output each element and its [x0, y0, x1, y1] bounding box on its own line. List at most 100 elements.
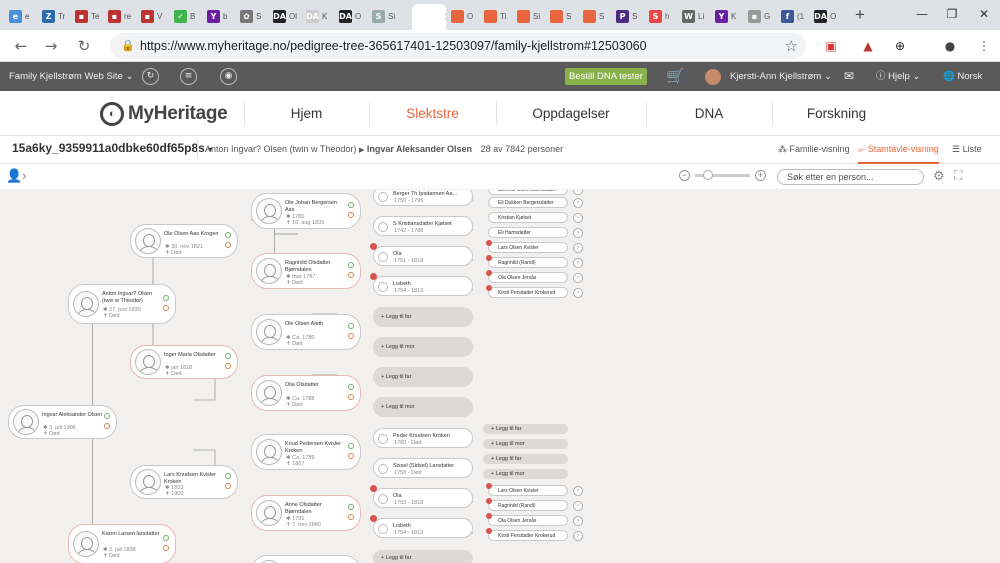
ancestor-name-pill[interactable]: Ola Olsen Jersås › [486, 513, 583, 526]
expand-arrow-icon[interactable]: › [573, 243, 583, 253]
expand-arrow-icon[interactable]: › [573, 486, 583, 496]
zoom-extension-icon[interactable]: ⊕ [892, 38, 908, 54]
match-icon[interactable] [225, 232, 231, 238]
ancestor-card[interactable]: Ola 1751 - 1818 [370, 243, 473, 266]
view-pedigree[interactable]: ⟜ Stamtavle-visning [858, 144, 939, 164]
expand-arrow-icon[interactable]: › [573, 273, 583, 283]
record-icon[interactable] [348, 453, 354, 459]
back-icon[interactable]: ← [12, 37, 30, 55]
extension-icon[interactable]: ▣ [823, 38, 839, 54]
record-icon[interactable] [348, 333, 354, 339]
record-icon[interactable] [163, 545, 169, 551]
expand-arrow-icon[interactable]: › [573, 198, 583, 208]
match-icon[interactable] [163, 295, 169, 301]
browser-tab[interactable]: YK [708, 4, 741, 28]
ancestor-card[interactable]: Sissel (Sidsel) Larsdatter 1758 - Død [373, 458, 473, 478]
match-icon[interactable] [348, 262, 354, 268]
person-card[interactable]: Lars Knudsen Kvisler Kroken ✱ 1833 ✝ 190… [130, 465, 238, 499]
person-card[interactable]: Ole Olsen Aas Krogen ✱ 30. nov 1821 ✝ Dø… [130, 224, 238, 258]
browser-tab[interactable]: O [444, 4, 477, 28]
browser-tab[interactable]: ✿ S [233, 4, 266, 28]
add-parent-button[interactable]: + Legg til far [373, 307, 473, 327]
mail-icon[interactable]: ✉ [844, 62, 854, 91]
match-icon[interactable] [348, 443, 354, 449]
expand-arrow-icon[interactable]: › [573, 501, 583, 511]
expand-arrow-icon[interactable]: › [573, 531, 583, 541]
ancestor-name-pill[interactable]: Ragnhild (Randi) › [486, 498, 583, 511]
ancestor-card[interactable]: Ola 1753 - 1818 [370, 485, 473, 508]
cart-icon[interactable]: 🛒 [666, 62, 685, 91]
expand-arrow-icon[interactable]: › [573, 213, 583, 223]
language-menu[interactable]: 🌐 Norsk [943, 62, 982, 91]
record-icon[interactable] [348, 212, 354, 218]
match-icon[interactable] [225, 353, 231, 359]
browser-tab[interactable]: PS [609, 4, 642, 28]
record-icon[interactable] [348, 394, 354, 400]
myheritage-logo[interactable]: ◐ MyHeritage [100, 102, 228, 126]
sync-icon[interactable]: ↻ [142, 68, 159, 85]
profile-icon[interactable]: ● [942, 38, 958, 54]
ancestor-name-pill[interactable]: Sorenia Olsen Darmsdat... › [488, 190, 583, 195]
view-family[interactable]: ⁂ Familie-visning [778, 144, 850, 155]
browser-tab[interactable]: Si [510, 4, 543, 28]
browser-tab[interactable]: DA O [807, 4, 840, 28]
close-window-icon[interactable]: ✕ [970, 4, 998, 24]
notifications-icon[interactable]: ◉ [220, 68, 237, 85]
ancestor-name-pill[interactable]: Kristian Kjølset › [488, 212, 583, 223]
person-card[interactable]: Ole Johan Bergersen Aas ✱ 1780 ✝ 10. aug… [251, 193, 361, 229]
bookmark-star-icon[interactable]: ☆ [785, 33, 798, 59]
tree-id-selector[interactable]: 15a6ky_9359911a0dbke60df65p8s ▾ [12, 141, 212, 155]
person-switch-icon[interactable]: 👤› [6, 168, 27, 184]
browser-tab[interactable]: Z Tr [35, 4, 68, 28]
crumb-parent[interactable]: Anton Ingvar? Olsen (twin w Theodor) [205, 144, 356, 154]
ancestor-name-pill[interactable]: Eli Dukken Bergersdatter › [488, 197, 583, 208]
reload-icon[interactable]: ↻ [75, 37, 93, 55]
match-icon[interactable] [348, 202, 354, 208]
person-card[interactable]: Ragnhild Olsdatter Bjørndalen ✱ mar 1787… [251, 253, 361, 289]
expand-arrow-icon[interactable]: › [573, 288, 583, 298]
new-tab-button[interactable]: + [851, 6, 869, 24]
person-card[interactable]: Inger Maria Olsdatter ✱ jan 1818 ✝ Død [130, 345, 238, 379]
person-search-input[interactable]: Søk etter en person... [777, 169, 924, 185]
pedigree-canvas[interactable]: Ingvar Aleksander Olsen ✱ 3. juli 1906 ✝… [0, 190, 1000, 563]
person-card[interactable]: Karen Larsen larsdatter ✱ 2. juli 1838 ✝… [68, 524, 176, 563]
add-parent-button[interactable]: + Legg til far [483, 454, 568, 464]
browser-tab[interactable]: S [576, 4, 609, 28]
browser-tab[interactable]: f (1 [774, 4, 807, 28]
ancestor-name-pill[interactable]: Eli Hamsdatter › [488, 227, 583, 238]
browser-tab[interactable]: ▪ V [134, 4, 167, 28]
ancestor-card[interactable]: Lisbeth 1754 - 1813 [370, 273, 473, 296]
person-card[interactable]: Olia Olsdatter ✱ Ca. 1788 ✝ Død [251, 375, 361, 411]
ancestor-name-pill[interactable]: Kirsti Persdatter Krokerud › [486, 285, 583, 298]
ancestor-name-pill[interactable]: Ragnhild (Randi) › [486, 255, 583, 268]
view-list[interactable]: ☰ Liste [952, 144, 982, 155]
ancestor-card[interactable]: S Kristiansdatter Kjølset 1742 - 1788 [373, 216, 473, 236]
add-parent-button[interactable]: + Legg til far [373, 550, 473, 563]
minimize-icon[interactable]: — [908, 4, 936, 24]
record-icon[interactable] [104, 423, 110, 429]
tasks-icon[interactable]: ≡ [180, 68, 197, 85]
zoom-in-icon[interactable]: + [755, 170, 766, 181]
match-icon[interactable] [225, 473, 231, 479]
record-icon[interactable] [225, 242, 231, 248]
user-menu[interactable]: Kjersti-Ann Kjellstrøm ⌄ [730, 62, 832, 91]
match-icon[interactable] [348, 504, 354, 510]
ancestor-name-pill[interactable]: Lars Olsen Kvisler › [486, 483, 583, 496]
pdf-extension-icon[interactable]: ▲ [860, 38, 876, 54]
ancestor-card[interactable]: Berger Th Ipsdannen Aa... 1750 - 1795 [373, 190, 473, 206]
person-card[interactable]: Anne Olsdatter Bjørndalen ✱ 1791 ✝ 7. no… [251, 495, 361, 531]
restore-icon[interactable]: ❐ [938, 4, 966, 24]
record-icon[interactable] [225, 483, 231, 489]
zoom-slider[interactable] [695, 170, 750, 180]
zoom-out-icon[interactable]: − [679, 170, 690, 181]
browser-tab[interactable]: ▪ re [101, 4, 134, 28]
add-parent-button[interactable]: + Legg til mor [483, 469, 568, 479]
person-card[interactable]: Knud Pedersen Kvisler Kroken ✱ Ca. 1789 … [251, 434, 361, 470]
expand-arrow-icon[interactable]: › [573, 228, 583, 238]
record-icon[interactable] [163, 305, 169, 311]
ancestor-name-pill[interactable]: Kirsti Persdatter Krokerud › [486, 528, 583, 541]
match-icon[interactable] [348, 384, 354, 390]
person-card[interactable]: Ole Olsen Aleth ✱ Ca. 1780 ✝ Død [251, 314, 361, 350]
match-icon[interactable] [348, 323, 354, 329]
match-icon[interactable] [163, 535, 169, 541]
